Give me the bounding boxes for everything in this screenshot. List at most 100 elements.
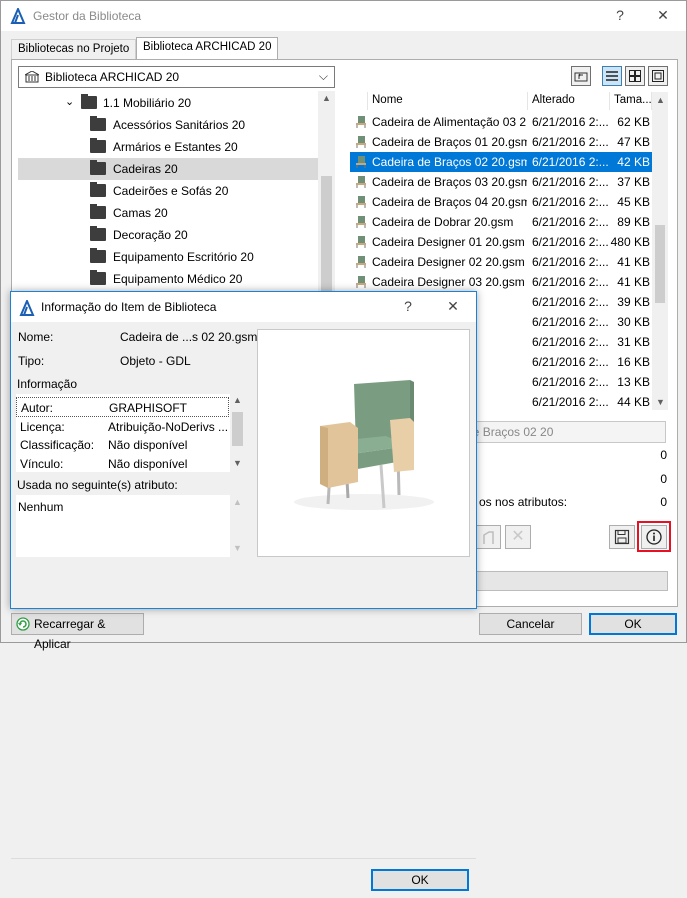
library-dropdown[interactable]: Biblioteca ARCHICAD 20 ⌵ (18, 66, 335, 88)
save-icon (614, 529, 630, 545)
tree-item[interactable]: Equipamento Médico 20 (18, 268, 318, 290)
archicad-logo-icon (19, 300, 35, 316)
dialog-title-bar: Informação do Item de Biblioteca ? ✕ (11, 292, 476, 322)
scroll-down-icon[interactable]: ▼ (229, 458, 246, 468)
file-row-selected[interactable]: Cadeira de Braços 02 20.gsm 6/21/2016 2:.… (350, 152, 652, 172)
file-row[interactable]: Cadeira de Braços 03 20.gsm 6/21/2016 2:.… (350, 172, 652, 192)
file-size: 30 KB (617, 315, 650, 329)
delete-button[interactable]: ✕ (505, 525, 531, 549)
info-row[interactable]: Vínculo: Não disponível (16, 454, 229, 472)
file-modified: 6/21/2016 2:... (532, 255, 609, 269)
file-row[interactable]: Cadeira Designer 03 20.gsm 6/21/2016 2:..… (350, 272, 652, 292)
scroll-up-icon[interactable]: ▲ (318, 93, 335, 103)
tree-item-parent[interactable]: ⌄ 1.1 Mobiliário 20 (18, 92, 318, 114)
item-preview (257, 329, 470, 557)
folder-tree: ⌄ 1.1 Mobiliário 20 Acessórios Sanitário… (18, 91, 335, 296)
tree-item[interactable]: Decoração 20 (18, 224, 318, 246)
grid-view-button[interactable] (625, 66, 645, 86)
info-row[interactable]: Licença: Atribuição-NoDerivs ... (16, 417, 229, 437)
file-name: Cadeira de Braços 03 20.gsm (372, 175, 527, 189)
file-size: 16 KB (617, 355, 650, 369)
column-header-modified[interactable]: Alterado (528, 92, 610, 110)
file-name: Cadeira de Alimentação 03 2... (372, 115, 527, 129)
tree-item-selected[interactable]: Cadeiras 20 (18, 158, 318, 180)
attributes-label: os nos atributos: (479, 495, 568, 509)
copy-button[interactable] (475, 525, 501, 549)
dialog-close-button[interactable]: ✕ (443, 298, 463, 316)
scroll-down-icon[interactable]: ▼ (229, 543, 246, 553)
count-value: 0 (660, 472, 667, 486)
dialog-help-button[interactable]: ? (398, 298, 418, 316)
tab-archicad-library[interactable]: Biblioteca ARCHICAD 20 (136, 37, 279, 60)
close-button[interactable]: ✕ (653, 7, 673, 25)
file-row[interactable]: Cadeira de Dobrar 20.gsm 6/21/2016 2:... 8… (350, 212, 652, 232)
tree-item-label: 1.1 Mobiliário 20 (103, 96, 192, 110)
reload-apply-button[interactable]: Recarregar & Aplicar (11, 613, 144, 651)
save-button[interactable] (609, 525, 635, 549)
file-row[interactable]: Cadeira de Braços 04 20.gsm 6/21/2016 2:.… (350, 192, 652, 212)
file-size: 89 KB (617, 215, 650, 229)
tree-scrollbar[interactable]: ▲ (318, 91, 335, 296)
file-size: 37 KB (617, 175, 650, 189)
tree-item-label: Acessórios Sanitários 20 (113, 118, 246, 132)
scroll-up-icon[interactable]: ▲ (652, 95, 669, 105)
file-row[interactable]: Cadeira Designer 01 20.gsm 6/21/2016 2:..… (350, 232, 652, 252)
tree-item-label: Camas 20 (113, 206, 168, 220)
reload-icon (16, 617, 30, 631)
grid-view-icon (629, 70, 641, 82)
folder-icon (81, 94, 97, 109)
file-size: 39 KB (617, 295, 650, 309)
tree-item[interactable]: Cadeirões e Sofás 20 (18, 180, 318, 202)
folder-up-icon (574, 72, 588, 82)
file-list-scrollbar[interactable]: ▲ ▼ (652, 92, 668, 410)
file-row[interactable]: Cadeira de Braços 01 20.gsm 6/21/2016 2:.… (350, 132, 652, 152)
file-modified: 6/21/2016 2:... (532, 115, 609, 129)
file-size: 42 KB (617, 155, 650, 169)
dialog-ok-button[interactable]: OK (371, 869, 469, 891)
file-name: Cadeira de Braços 04 20.gsm (372, 195, 527, 209)
scroll-up-icon[interactable]: ▲ (229, 395, 246, 405)
chair-icon (356, 176, 366, 188)
delete-icon: ✕ (511, 528, 525, 545)
info-button[interactable] (641, 525, 667, 549)
used-in-label: Usada no seguinte(s) atributo: (17, 478, 178, 492)
info-key: Classificação: (20, 438, 95, 452)
reload-apply-label: Recarregar & Aplicar (34, 617, 106, 651)
column-header-size[interactable]: Tama... (610, 92, 652, 110)
file-modified: 6/21/2016 2:... (532, 175, 609, 189)
tree-item[interactable]: Armários e Estantes 20 (18, 136, 318, 158)
scrollbar-thumb[interactable] (232, 412, 243, 446)
help-button[interactable]: ? (610, 7, 630, 25)
file-row[interactable]: Cadeira de Alimentação 03 2... 6/21/2016 … (350, 112, 652, 132)
column-header-icon[interactable] (350, 92, 368, 110)
tab-project-libraries[interactable]: Bibliotecas no Projeto (11, 39, 137, 59)
used-in-scrollbar[interactable]: ▲ ▼ (230, 495, 245, 557)
file-size: 31 KB (617, 335, 650, 349)
info-row[interactable]: Autor: GRAPHISOFT (16, 397, 229, 417)
ok-button[interactable]: OK (589, 613, 677, 635)
folder-icon (90, 160, 106, 175)
scrollbar-thumb[interactable] (655, 225, 665, 303)
info-row[interactable]: Classificação: Não disponível (16, 435, 229, 455)
cancel-button[interactable]: Cancelar (479, 613, 582, 635)
collapse-arrow-icon[interactable]: ⌄ (65, 95, 74, 108)
file-modified: 6/21/2016 2:... (532, 215, 609, 229)
file-row[interactable]: Cadeira Designer 02 20.gsm 6/21/2016 2:..… (350, 252, 652, 272)
archicad-logo-icon (10, 8, 26, 24)
folder-icon (90, 226, 106, 241)
name-value: Cadeira de ...s 02 20.gsm (120, 330, 258, 344)
scroll-down-icon[interactable]: ▼ (652, 397, 669, 407)
column-header-name[interactable]: Nome (368, 92, 528, 110)
tree-item[interactable]: Equipamento Escritório 20 (18, 246, 318, 268)
info-scrollbar[interactable]: ▲ ▼ (230, 394, 245, 472)
folder-icon (90, 182, 106, 197)
list-view-button[interactable] (602, 66, 622, 86)
name-label: Nome: (18, 330, 54, 344)
scrollbar-thumb[interactable] (321, 176, 332, 291)
scroll-up-icon[interactable]: ▲ (229, 497, 246, 507)
folder-up-button[interactable] (571, 66, 591, 86)
tree-item[interactable]: Camas 20 (18, 202, 318, 224)
tree-item[interactable]: Acessórios Sanitários 20 (18, 114, 318, 136)
file-size: 44 KB (617, 395, 650, 409)
preview-view-button[interactable] (648, 66, 668, 86)
